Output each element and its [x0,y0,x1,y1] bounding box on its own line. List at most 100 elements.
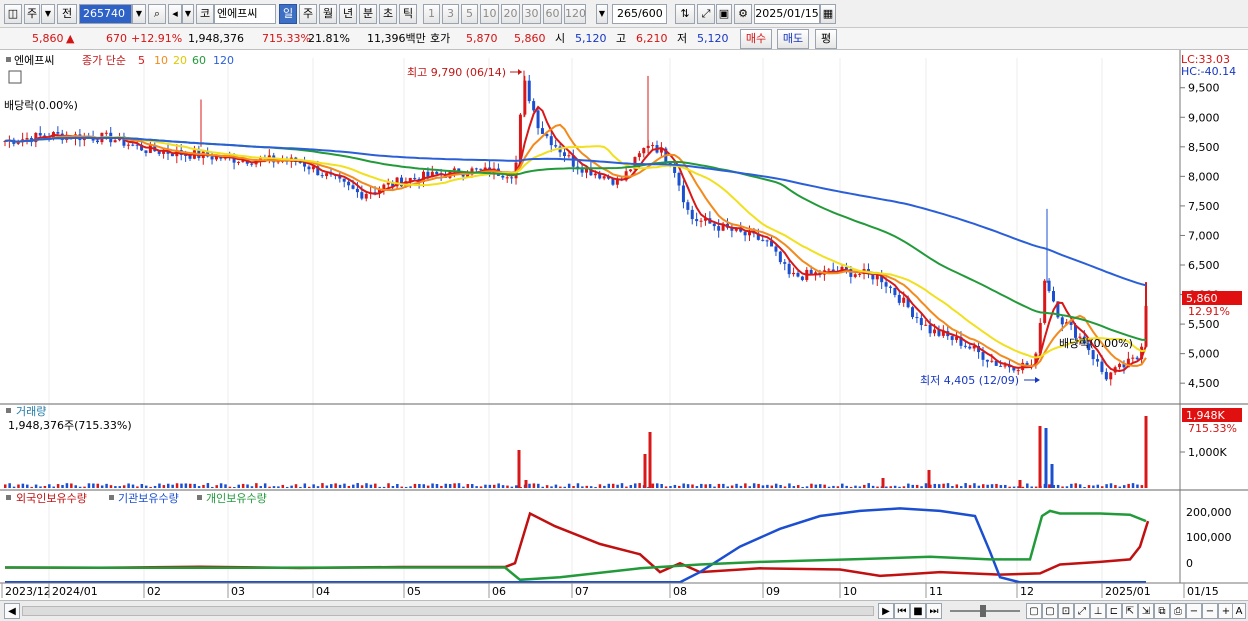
volume-bar [153,485,157,488]
scroll-right-icon[interactable]: ▶ [878,603,894,619]
legend-ma5: 5 [138,54,145,67]
volume-bar [1050,464,1054,488]
interval-button[interactable]: 30 [522,4,541,24]
high-label: 고 [616,32,627,45]
volume-bar [717,483,721,488]
sell-button[interactable]: 매도 [777,29,809,49]
chart-tools-icon[interactable]: ⇅ [675,4,695,24]
volume-bar [937,484,941,488]
volume-bar [730,485,734,488]
forward-icon[interactable]: ⏭ [926,603,942,619]
interval-button[interactable]: 120 [564,4,586,24]
fit-icon[interactable]: ⊏ [1106,603,1122,619]
volume-bar [8,483,11,488]
period-tab[interactable]: 월 [319,4,337,24]
candle-body [505,177,509,179]
price-chart-svg[interactable]: 엔에프씨 종가 단순 5 10 20 60 120 배당락(0.00%) 최고 … [0,50,1248,600]
volume-bar [968,485,972,488]
crosshair-icon[interactable]: ⇱ [1122,603,1138,619]
date-field[interactable]: 2025/01/15 [754,4,820,24]
volume-bar [52,486,55,488]
volume-bar [1044,428,1048,488]
interval-dropdown-icon[interactable]: ▼ [596,4,608,24]
period-tab[interactable]: 주 [299,4,317,24]
interval-button[interactable]: 60 [543,4,562,24]
print-icon[interactable]: ⎙ [1170,603,1186,619]
zoom-out-icon[interactable]: ▢ [1042,603,1058,619]
calendar-icon[interactable]: ▦ [820,4,836,24]
zoom-slider-thumb[interactable] [980,605,986,617]
axis-icon[interactable]: ⊥ [1090,603,1106,619]
stop-icon[interactable]: ■ [910,603,926,619]
volume-bar [409,486,412,488]
volume-bar [175,483,179,488]
candle-body [919,318,923,326]
volume-bar [686,484,690,488]
period-tab[interactable]: 틱 [399,4,417,24]
interval-button[interactable]: 5 [461,4,478,24]
interval-button[interactable]: 10 [480,4,499,24]
copy-icon[interactable]: ⧉ [1154,603,1170,619]
change-value: 670 [106,32,127,45]
volume-bar [396,483,399,488]
candle-body [413,177,417,179]
volume-bar [136,486,139,488]
interval-button[interactable]: 1 [423,4,440,24]
candle-body [549,136,553,146]
y-tick-label: 6,500 [1188,259,1220,272]
save-icon[interactable]: ▣ [716,4,732,24]
volume-bar [517,450,521,488]
table-icon[interactable] [8,70,22,84]
interval-button[interactable]: 20 [501,4,520,24]
zoom-fit-icon[interactable]: ▢ [1026,603,1042,619]
stock-code-input[interactable]: 265740 [79,4,132,24]
low-arrow-head-icon [1035,377,1040,383]
candle-body [1091,350,1095,360]
volume-bar [453,483,456,488]
period-tab[interactable]: 초 [379,4,397,24]
prev-button[interactable]: 전 [57,4,77,24]
period-tab[interactable]: 년 [339,4,357,24]
minus-icon[interactable]: − [1186,603,1202,619]
horizontal-scrollbar[interactable] [22,606,874,616]
sound-icon[interactable]: ◂ [168,4,182,24]
stock-type-select[interactable]: 주 [24,4,40,24]
buy-button[interactable]: 매수 [740,29,772,49]
search-icon[interactable]: ⌕ [148,4,166,24]
draw-tools-icon[interactable]: ⤢ [697,4,715,24]
volume-bar [757,483,760,488]
rewind-icon[interactable]: ⏮ [894,603,910,619]
gear-icon[interactable]: ⚙ [734,4,752,24]
legend-ma60: 60 [192,54,206,67]
volume-bar [1012,486,1016,488]
font-size-icon[interactable]: A [1232,603,1246,619]
code-dropdown-icon[interactable]: ▼ [132,4,146,24]
candles [3,70,1148,386]
period-tab[interactable]: 분 [359,4,377,24]
interval-button[interactable]: 3 [442,4,459,24]
volume-bar [885,486,888,488]
volume-bar [307,486,311,488]
count-field[interactable]: 265/600 [612,4,667,24]
volume-bar [682,483,685,488]
volume-bar [224,484,227,488]
volume-bar [708,484,712,488]
eval-button[interactable]: 평 [815,29,837,49]
stock-name-field[interactable]: 엔에프씨 [214,4,276,24]
expand-icon[interactable]: ⤢ [1074,603,1090,619]
layout-icon[interactable]: ◫ [4,4,22,24]
diagonal-icon[interactable]: ⇲ [1138,603,1154,619]
volume-bar [528,483,531,488]
volume-bar [497,483,500,488]
volume-bar [158,483,161,488]
sound-dropdown-icon[interactable]: ▼ [182,4,194,24]
minus-icon[interactable]: − [1202,603,1218,619]
scroll-left-icon[interactable]: ◀ [4,603,20,619]
volume-bar [933,483,937,488]
zoom-reset-icon[interactable]: ⊡ [1058,603,1074,619]
chevron-down-icon[interactable]: ▼ [41,4,55,24]
volume-bar [735,483,738,488]
chart-area[interactable]: 엔에프씨 종가 단순 5 10 20 60 120 배당락(0.00%) 최고 … [0,50,1248,600]
candle-body [893,287,897,295]
period-tab[interactable]: 일 [279,4,297,24]
